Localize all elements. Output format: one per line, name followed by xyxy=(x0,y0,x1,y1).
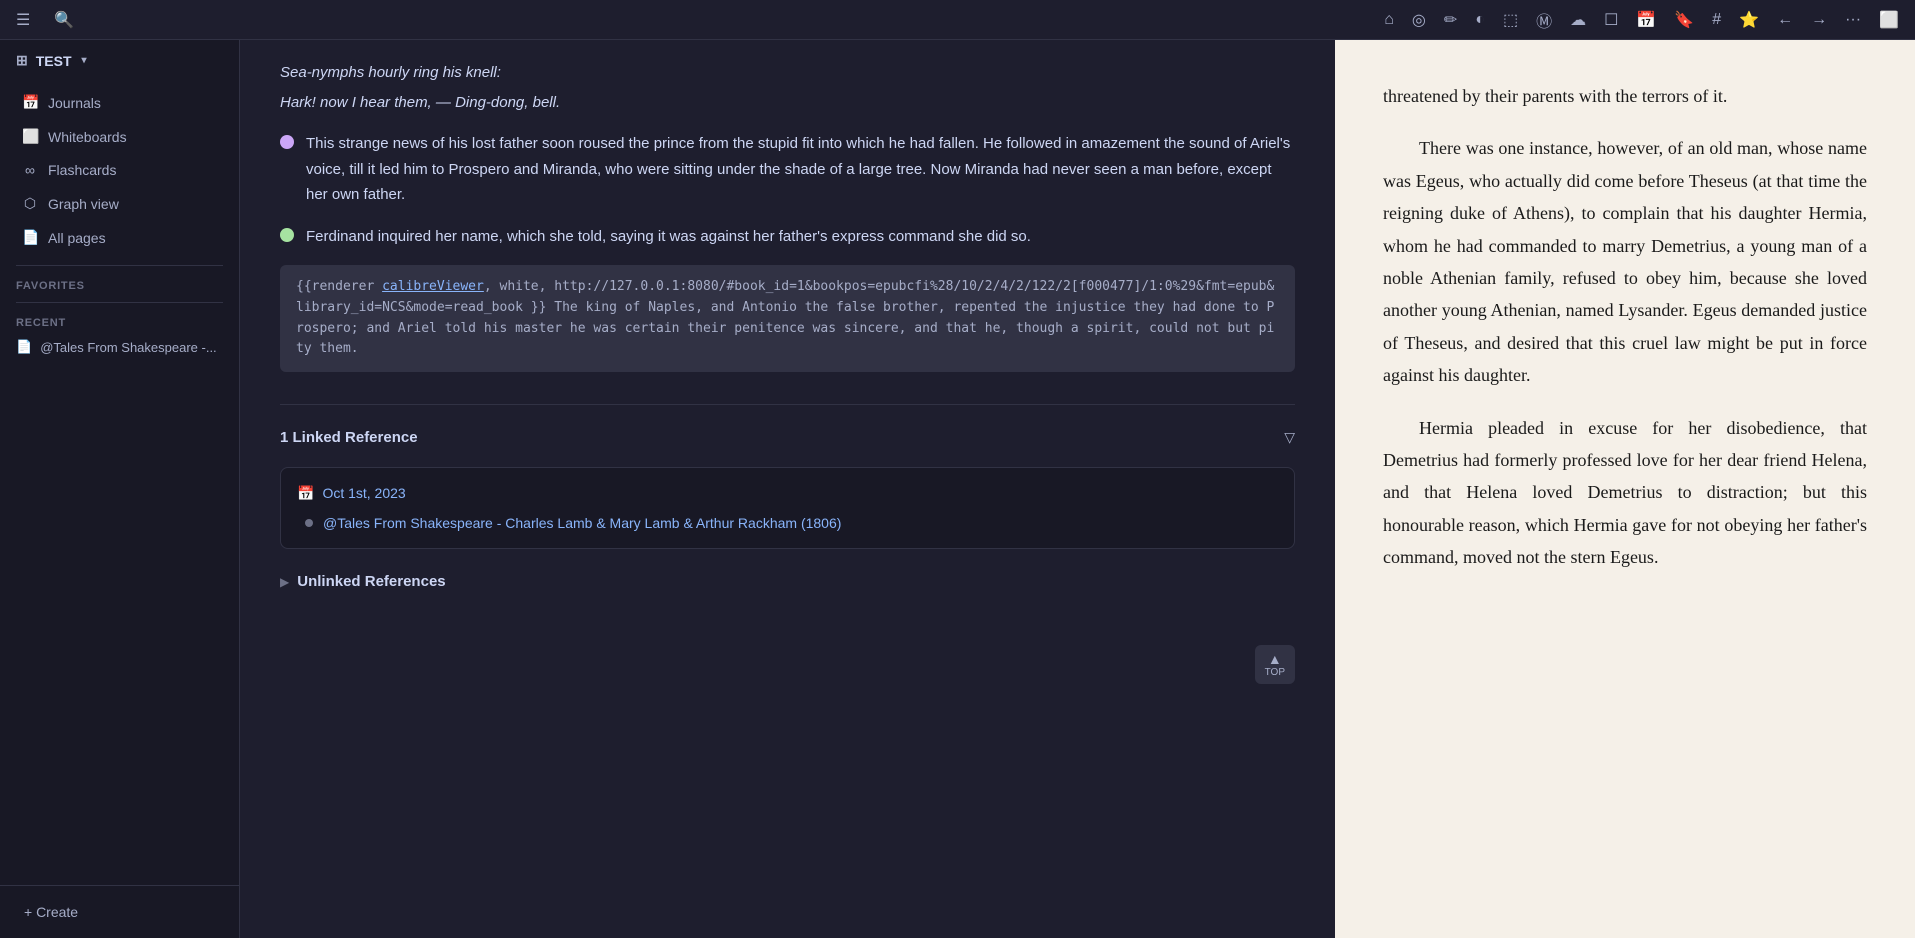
hash-icon[interactable]: # xyxy=(1708,9,1725,31)
sidebar-item-label: Flashcards xyxy=(48,162,116,178)
main-layout: ⊞ TEST ▾ 📅 Journals ⬜ Whiteboards ∞ Flas… xyxy=(0,40,1915,938)
frame-icon[interactable]: ⬚ xyxy=(1499,8,1522,32)
home-icon[interactable]: ⌂ xyxy=(1380,9,1398,31)
note-block-2: Ferdinand inquired her name, which she t… xyxy=(280,224,1295,250)
reader-para-2: Hermia pleaded in excuse for her disobed… xyxy=(1383,412,1867,574)
top-arrow-icon: ▲ xyxy=(1268,651,1282,667)
unlinked-refs-title: Unlinked References xyxy=(297,569,445,595)
sidebar-item-label: All pages xyxy=(48,230,106,246)
sidebar-divider xyxy=(16,265,223,266)
unlinked-references: ▶ Unlinked References xyxy=(280,569,1295,595)
linked-refs-header: 1 Linked Reference ▽ xyxy=(280,425,1295,451)
recent-label: RECENT xyxy=(0,309,239,333)
search-icon[interactable]: 🔍 xyxy=(50,8,78,32)
top-button[interactable]: ▲ TOP xyxy=(1255,645,1295,684)
reader-para-0: threatened by their parents with the ter… xyxy=(1383,80,1867,112)
star-icon[interactable]: ⭐ xyxy=(1735,8,1763,32)
workspace-chevron-icon: ▾ xyxy=(82,55,87,66)
split-icon[interactable]: ⬜ xyxy=(1875,8,1903,32)
poem-block: Sea-nymphs hourly ring his knell: Hark! … xyxy=(280,60,1295,115)
workspace-selector[interactable]: ⊞ TEST ▾ xyxy=(0,40,239,81)
sidebar-item-label: Whiteboards xyxy=(48,129,127,145)
ref-bullet xyxy=(305,519,313,527)
sidebar-item-journals[interactable]: 📅 Journals xyxy=(6,86,233,119)
cloud-icon[interactable]: ☁ xyxy=(1566,8,1590,32)
code-block: {{renderer calibreViewer, white, http://… xyxy=(280,265,1295,372)
workspace-icon: ⊞ xyxy=(16,52,28,69)
sidebar-recent-tales[interactable]: 📄 @Tales From Shakespeare -... xyxy=(0,333,239,361)
calibre-link[interactable]: calibreViewer xyxy=(382,279,484,294)
sidebar: ⊞ TEST ▾ 📅 Journals ⬜ Whiteboards ∞ Flas… xyxy=(0,40,240,938)
reader-para-1: There was one instance, however, of an o… xyxy=(1383,132,1867,391)
ref-card-content: @Tales From Shakespeare - Charles Lamb &… xyxy=(297,513,1278,534)
note-content: Sea-nymphs hourly ring his knell: Hark! … xyxy=(280,60,1295,595)
reader-panel: threatened by their parents with the ter… xyxy=(1335,40,1915,938)
sidebar-item-all-pages[interactable]: 📄 All pages xyxy=(6,221,233,254)
recent-item-icon: 📄 xyxy=(16,339,32,355)
topbar-left: ☰ 🔍 xyxy=(12,8,78,32)
create-button[interactable]: + Create xyxy=(16,898,223,926)
pages-icon: 📄 xyxy=(22,229,38,246)
topbar: ☰ 🔍 ⌂ ◎ ✏ ◐ ⬚ Ⓜ ☁ ☐ 📅 🔖 # ⭐ ← → ··· ⬜ xyxy=(0,0,1915,40)
circle-icon[interactable]: ◎ xyxy=(1408,8,1430,32)
flashcards-icon: ∞ xyxy=(22,162,38,178)
ref-card-date: 📅 Oct 1st, 2023 xyxy=(297,482,1278,506)
bullet-green xyxy=(280,228,294,242)
whiteboards-icon: ⬜ xyxy=(22,128,38,145)
linked-refs-title: 1 Linked Reference xyxy=(280,425,418,451)
favorites-label: FAVORITES xyxy=(0,272,239,296)
sidebar-item-graph-view[interactable]: ⬡ Graph view xyxy=(6,187,233,220)
calendar-small-icon: 📅 xyxy=(297,482,314,506)
hamburger-icon[interactable]: ☰ xyxy=(12,8,34,32)
moon-icon[interactable]: ◐ xyxy=(1471,9,1489,31)
pencil-icon[interactable]: ✏ xyxy=(1440,8,1461,32)
back-icon[interactable]: ← xyxy=(1773,9,1797,31)
note-panel: Sea-nymphs hourly ring his knell: Hark! … xyxy=(240,40,1335,938)
bullet-purple xyxy=(280,135,294,149)
workspace-label: TEST xyxy=(36,53,72,69)
content-area: Sea-nymphs hourly ring his knell: Hark! … xyxy=(240,40,1915,938)
forward-icon[interactable]: → xyxy=(1807,9,1831,31)
unlinked-refs-header[interactable]: ▶ Unlinked References xyxy=(280,569,1295,595)
sidebar-create: + Create xyxy=(0,885,239,938)
linked-references: 1 Linked Reference ▽ 📅 Oct 1st, 2023 @Ta… xyxy=(280,404,1295,549)
create-label: + Create xyxy=(24,904,78,920)
journals-icon: 📅 xyxy=(22,94,38,111)
filter-icon[interactable]: ▽ xyxy=(1284,426,1295,450)
bookmark-icon[interactable]: 🔖 xyxy=(1670,8,1698,32)
sidebar-divider-2 xyxy=(16,302,223,303)
check-icon[interactable]: ☐ xyxy=(1600,8,1622,32)
ref-date-text: Oct 1st, 2023 xyxy=(322,482,405,506)
sidebar-nav: 📅 Journals ⬜ Whiteboards ∞ Flashcards ⬡ … xyxy=(0,81,239,259)
sidebar-item-label: Graph view xyxy=(48,196,119,212)
note-block-1-text: This strange news of his lost father soo… xyxy=(306,131,1295,208)
sidebar-item-flashcards[interactable]: ∞ Flashcards xyxy=(6,154,233,186)
poem-line-2: Hark! now I hear them, — Ding-dong, bell… xyxy=(280,90,1295,116)
sidebar-item-whiteboards[interactable]: ⬜ Whiteboards xyxy=(6,120,233,153)
graph-icon: ⬡ xyxy=(22,195,38,212)
top-label: TOP xyxy=(1265,667,1285,678)
ref-link[interactable]: @Tales From Shakespeare - Charles Lamb &… xyxy=(323,513,841,534)
topbar-icons: ⌂ ◎ ✏ ◐ ⬚ Ⓜ ☁ ☐ 📅 🔖 # ⭐ ← → ··· ⬜ xyxy=(1380,6,1903,34)
reader-text: threatened by their parents with the ter… xyxy=(1383,80,1867,573)
m-icon[interactable]: Ⓜ xyxy=(1532,6,1556,34)
ref-card-0: 📅 Oct 1st, 2023 @Tales From Shakespeare … xyxy=(280,467,1295,550)
more-icon[interactable]: ··· xyxy=(1841,9,1865,31)
calendar-icon[interactable]: 📅 xyxy=(1632,8,1660,32)
sidebar-item-label: Journals xyxy=(48,95,101,111)
recent-item-label: @Tales From Shakespeare -... xyxy=(40,340,216,355)
code-block-prefix: {{renderer xyxy=(296,279,382,294)
note-block-1: This strange news of his lost father soo… xyxy=(280,131,1295,208)
unlinked-chevron-icon: ▶ xyxy=(280,572,289,592)
poem-line-1: Sea-nymphs hourly ring his knell: xyxy=(280,60,1295,86)
note-block-2-text: Ferdinand inquired her name, which she t… xyxy=(306,224,1031,250)
